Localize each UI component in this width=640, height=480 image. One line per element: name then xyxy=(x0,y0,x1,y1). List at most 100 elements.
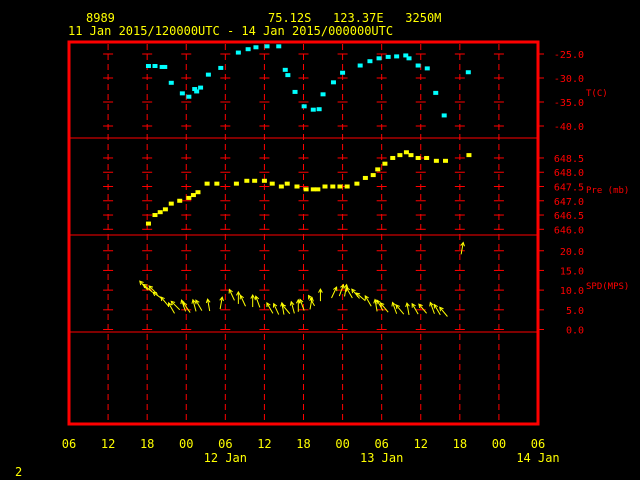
pressure-point xyxy=(214,181,220,186)
x-tick-label: 18 xyxy=(453,437,467,451)
x-tick-label: 06 xyxy=(62,437,76,451)
pressure-point xyxy=(466,153,472,158)
pressure-point xyxy=(195,190,201,195)
pressure-point xyxy=(303,187,309,192)
temperature-point xyxy=(357,63,363,68)
pressure-point xyxy=(337,184,343,189)
y-axis-label: SPD(MPS) xyxy=(586,282,629,292)
x-tick-label: 06 xyxy=(531,437,545,451)
meteogram-chart: 8989 75.12S 123.37E 3250M 11 Jan 2015/12… xyxy=(0,0,640,480)
temperature-point xyxy=(168,80,174,85)
station-location: 75.12S 123.37E 3250M xyxy=(268,11,441,25)
pressure-point xyxy=(375,167,381,172)
y-tick-label: 648.5 xyxy=(554,154,584,165)
pressure-point xyxy=(362,175,368,180)
pressure-point xyxy=(403,150,409,155)
page-number: 2 xyxy=(15,465,22,479)
pressure-point xyxy=(233,181,239,186)
pressure-point xyxy=(433,158,439,163)
pressure-point xyxy=(278,184,284,189)
temperature-point xyxy=(253,45,259,50)
x-tick-label: 18 xyxy=(140,437,154,451)
pressure-point xyxy=(390,155,396,160)
pressure-point xyxy=(261,178,267,183)
y-tick-label: -35.0 xyxy=(554,98,584,109)
temperature-point xyxy=(285,73,291,78)
pressure-point xyxy=(315,187,321,192)
pressure-point xyxy=(162,207,168,212)
y-tick-label: 646.5 xyxy=(554,211,584,222)
y-axis-label: Pre (mb) xyxy=(586,186,629,196)
pressure-point xyxy=(330,184,336,189)
temperature-point xyxy=(245,47,251,52)
temperature-point xyxy=(465,70,471,75)
pressure-point xyxy=(152,213,158,218)
pressure-point xyxy=(145,221,151,226)
x-tick-label: 12 xyxy=(101,437,115,451)
temperature-point xyxy=(186,94,192,99)
x-tick-label: 12 xyxy=(257,437,271,451)
temperature-point xyxy=(198,85,204,90)
y-tick-label: 20.0 xyxy=(560,247,584,258)
pressure-point xyxy=(408,153,414,158)
x-tick-label: 00 xyxy=(179,437,193,451)
pressure-point xyxy=(168,201,174,206)
temperature-point xyxy=(162,64,168,69)
time-range: 11 Jan 2015/120000UTC - 14 Jan 2015/0000… xyxy=(68,24,393,38)
temperature-point xyxy=(194,89,200,94)
temperature-point xyxy=(310,107,316,112)
temperature-point xyxy=(218,65,224,70)
temperature-point xyxy=(340,70,346,75)
x-tick-label: 06 xyxy=(374,437,388,451)
y-tick-label: 0.0 xyxy=(566,326,584,337)
x-date-label: 14 Jan xyxy=(516,451,559,465)
pressure-point xyxy=(294,184,300,189)
y-tick-label: 647.5 xyxy=(554,183,584,194)
temperature-point xyxy=(406,56,412,61)
temperature-point xyxy=(394,54,400,59)
x-tick-label: 18 xyxy=(296,437,310,451)
pressure-point xyxy=(252,178,258,183)
pressure-point xyxy=(186,195,192,200)
y-tick-label: 5.0 xyxy=(566,306,584,317)
pressure-point xyxy=(443,158,449,163)
temperature-point xyxy=(433,90,439,95)
temperature-point xyxy=(367,59,373,64)
temperature-point xyxy=(316,107,322,112)
y-tick-label: 647.0 xyxy=(554,197,584,208)
temperature-point xyxy=(385,54,391,59)
pressure-point xyxy=(354,181,360,186)
temperature-point xyxy=(205,72,211,77)
temperature-point xyxy=(282,67,288,72)
x-date-label: 13 Jan xyxy=(360,451,403,465)
y-tick-label: 15.0 xyxy=(560,266,584,277)
pressure-point xyxy=(190,193,196,198)
pressure-point xyxy=(157,210,163,215)
pressure-point xyxy=(177,198,183,203)
pressure-point xyxy=(269,181,275,186)
pressure-point xyxy=(204,181,210,186)
y-tick-label: 648.0 xyxy=(554,168,584,179)
temperature-point xyxy=(292,89,298,94)
temperature-point xyxy=(415,63,421,68)
pressure-point xyxy=(370,173,376,178)
x-tick-label: 12 xyxy=(414,437,428,451)
pressure-point xyxy=(382,161,388,166)
temperature-point xyxy=(330,80,336,85)
pressure-point xyxy=(415,155,421,160)
y-tick-label: -30.0 xyxy=(554,74,584,85)
x-date-label: 12 Jan xyxy=(204,451,247,465)
temperature-point xyxy=(441,113,447,118)
pressure-point xyxy=(424,155,430,160)
temperature-point xyxy=(276,44,282,49)
x-tick-label: 00 xyxy=(335,437,349,451)
temperature-point xyxy=(424,66,430,71)
pressure-point xyxy=(344,184,350,189)
y-axis-label: T(C) xyxy=(586,89,608,99)
x-tick-label: 06 xyxy=(218,437,232,451)
y-tick-label: 10.0 xyxy=(560,286,584,297)
temperature-point xyxy=(152,64,158,68)
pressure-point xyxy=(397,153,403,158)
station-id: 8989 xyxy=(86,11,115,25)
temperature-point xyxy=(264,44,270,49)
